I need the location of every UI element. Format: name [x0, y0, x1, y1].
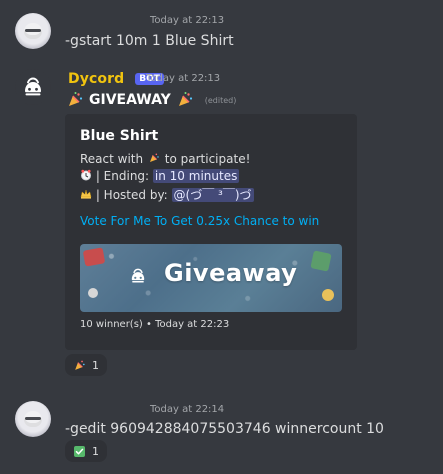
gift-box-icon: [82, 247, 106, 267]
giveaway-title: GIVEAWAY (edited): [66, 90, 236, 110]
green-check-icon: [74, 445, 85, 457]
embed-line-ending: | Ending: in 10 minutes: [80, 169, 240, 183]
embed-title: Blue Shirt: [80, 128, 159, 144]
reaction-count: 1: [92, 444, 99, 458]
message-timestamp: Today at 22:13: [146, 73, 221, 84]
reaction-check[interactable]: 1: [65, 440, 107, 462]
embed-line-text: | Hosted by:: [95, 188, 168, 202]
author-name[interactable]: Dycord: [68, 71, 124, 87]
party-popper-icon: [69, 92, 83, 106]
embed-line-host: | Hosted by: @(づ￣ ³￣)づ: [80, 186, 254, 203]
alarm-clock-icon: [80, 169, 92, 181]
message-text: -gstart 10m 1 Blue Shirt: [65, 33, 234, 49]
embed-line-text: React with: [80, 152, 144, 166]
ending-value: in 10 minutes: [152, 169, 240, 183]
bot-avatar[interactable]: [15, 69, 51, 105]
reaction-count: 1: [92, 358, 99, 372]
dycord-logo-icon: [25, 77, 41, 96]
embed-footer: 10 winner(s) • Today at 22:23: [80, 319, 230, 330]
edited-label: (edited): [204, 95, 237, 105]
reaction-party-popper[interactable]: 1: [65, 354, 107, 376]
party-popper-icon: [75, 360, 85, 370]
message-text: -gedit 960942884075503746 winnercount 10: [65, 421, 384, 437]
vote-link[interactable]: Vote For Me To Get 0.25x Chance to win: [80, 214, 319, 228]
giveaway-logo-icon: [124, 262, 152, 290]
embed-line-text: | Ending:: [95, 169, 150, 183]
embed-line-reaction: React with to participate!: [80, 152, 250, 166]
banner-text: Giveaway: [164, 259, 298, 287]
message-timestamp: Today at 22:14: [150, 404, 225, 415]
crown-icon: [80, 188, 92, 200]
giveaway-banner: Giveaway: [80, 244, 342, 312]
host-mention[interactable]: @(づ￣ ³￣)づ: [171, 188, 254, 202]
giveaway-embed: Blue Shirt React with to participate! | …: [65, 114, 357, 350]
party-popper-icon: [178, 92, 192, 106]
user-avatar[interactable]: [15, 401, 51, 437]
user-avatar[interactable]: [15, 13, 51, 49]
gift-box-icon: [310, 250, 332, 272]
message-3: Today at 22:14 -gedit 960942884075503746…: [0, 388, 443, 474]
ornament-icon: [88, 288, 98, 298]
message-2: Dycord BOT Today at 22:13 GIVEAWAY (edit…: [0, 56, 443, 386]
party-popper-icon: [147, 152, 161, 164]
message-timestamp: Today at 22:13: [150, 15, 225, 26]
embed-line-text: to participate!: [164, 152, 251, 166]
giveaway-title-text: GIVEAWAY: [89, 92, 171, 108]
ornament-icon: [322, 289, 334, 301]
